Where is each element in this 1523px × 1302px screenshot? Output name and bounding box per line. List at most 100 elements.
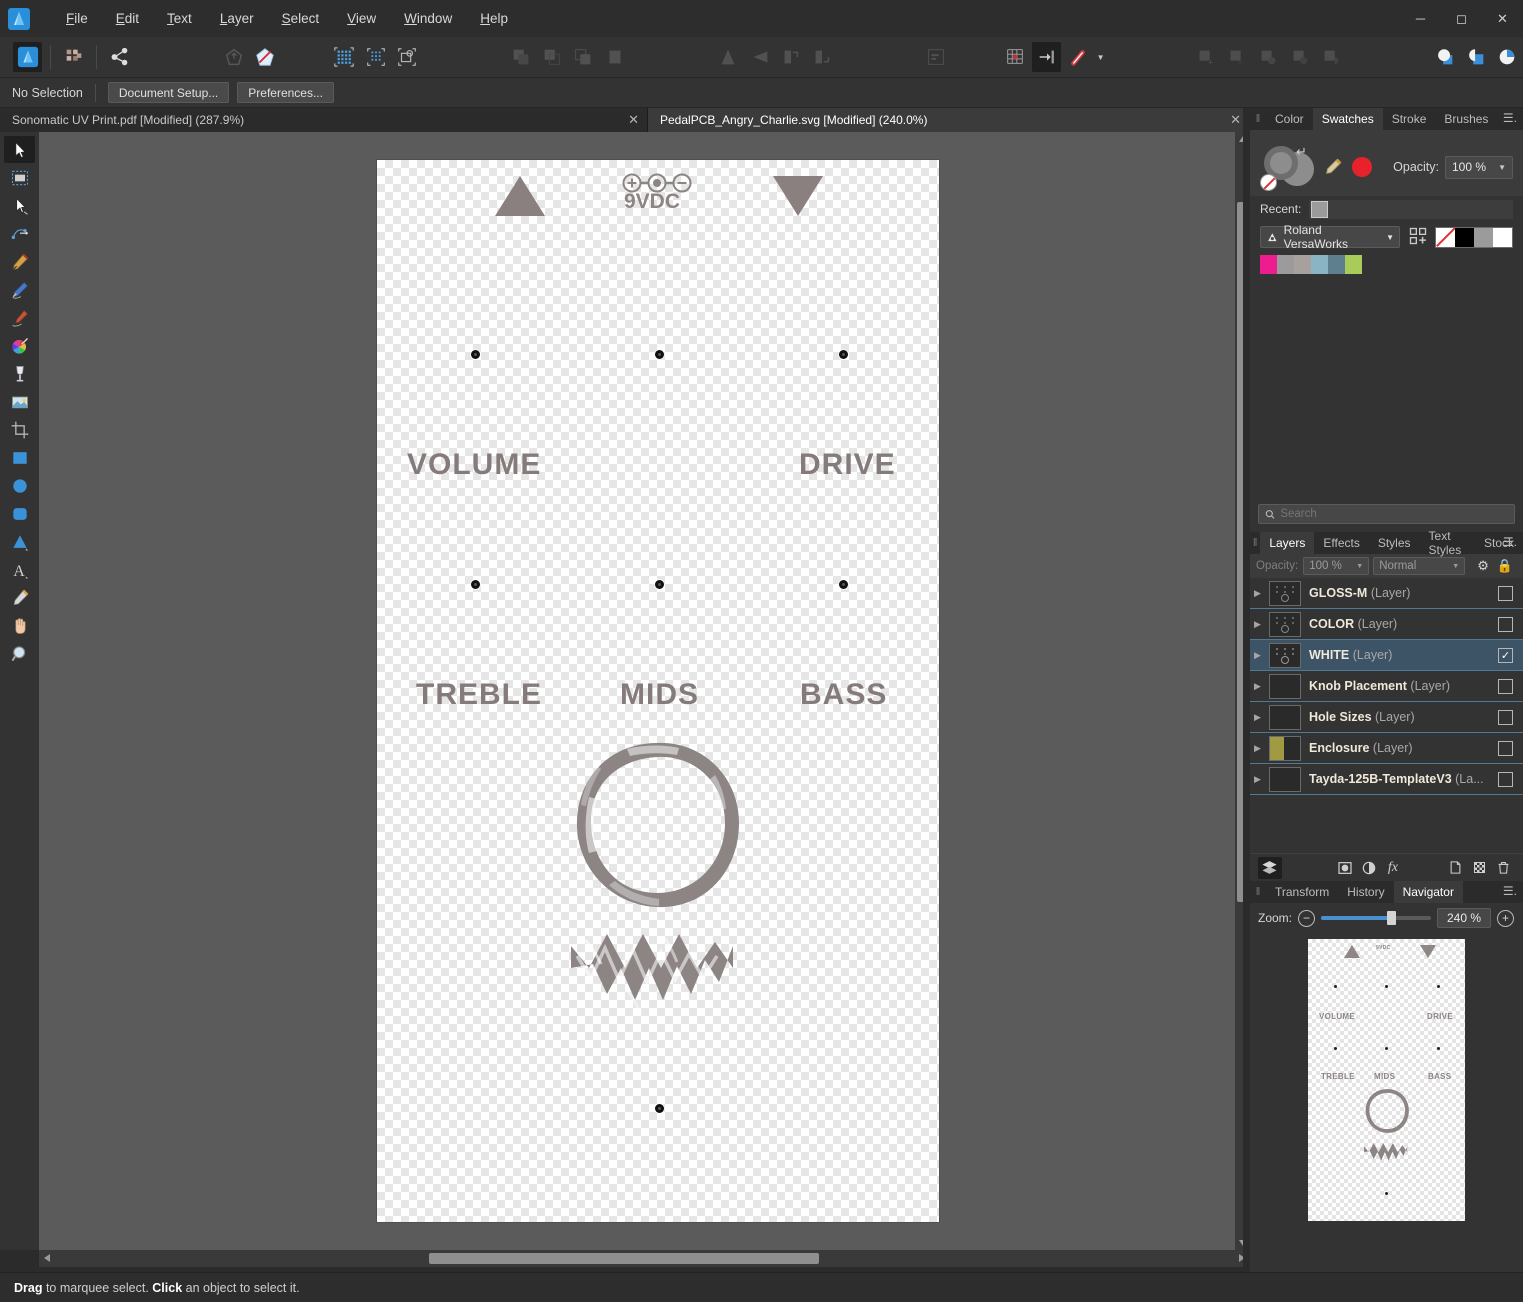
move-tool[interactable] bbox=[4, 136, 35, 163]
chevron-down-icon[interactable]: ▼ bbox=[1356, 563, 1363, 570]
pencil-tool[interactable] bbox=[4, 276, 35, 303]
layer-row-enclosure[interactable]: ▶ Enclosure (Layer) bbox=[1250, 733, 1523, 764]
fill-stroke-indicator[interactable]: ↵ bbox=[1260, 144, 1316, 191]
no-fill-icon[interactable] bbox=[1260, 174, 1277, 191]
new-page-icon[interactable] bbox=[1443, 857, 1467, 879]
corner-tool[interactable] bbox=[4, 220, 35, 247]
palette-swatch[interactable] bbox=[1260, 255, 1277, 274]
close-button[interactable]: ✕ bbox=[1482, 0, 1523, 37]
palette-swatch[interactable] bbox=[1345, 255, 1362, 274]
text-tool[interactable]: A bbox=[4, 556, 35, 583]
chevron-down-icon[interactable]: ▼ bbox=[1498, 163, 1506, 172]
snap-arrow-button[interactable] bbox=[1032, 42, 1062, 72]
swap-fill-stroke-icon[interactable]: ↵ bbox=[1296, 144, 1307, 160]
menu-select[interactable]: Select bbox=[268, 5, 334, 32]
layer-row-gloss-m[interactable]: ▶ GLOSS-M (Layer) bbox=[1250, 578, 1523, 609]
menu-view[interactable]: View bbox=[333, 5, 390, 32]
pen-tool[interactable] bbox=[4, 248, 35, 275]
layer-opacity-input[interactable]: 100 % ▼ bbox=[1303, 557, 1370, 575]
tab-effects[interactable]: Effects bbox=[1314, 532, 1368, 554]
document-setup-button[interactable]: Document Setup... bbox=[107, 82, 230, 103]
swatch-none[interactable] bbox=[1436, 227, 1455, 247]
tab-color[interactable]: Color bbox=[1266, 108, 1313, 130]
layer-row-knob-placement[interactable]: ▶ Knob Placement (Layer) bbox=[1250, 671, 1523, 702]
layer-visibility-checkbox[interactable] bbox=[1498, 616, 1513, 632]
close-tab-icon[interactable]: ✕ bbox=[614, 112, 639, 128]
snapping-dropdown-button[interactable]: ▼ bbox=[1095, 42, 1107, 72]
zoom-slider[interactable] bbox=[1321, 911, 1432, 925]
layer-visibility-checkbox[interactable] bbox=[1498, 709, 1513, 725]
panel-menu-icon[interactable]: ☰. bbox=[1503, 111, 1517, 125]
artboard[interactable]: 9VDC VOLUME DRIVE TREBLE MIDS BASS bbox=[377, 160, 939, 1222]
canvas-horizontal-scrollbar[interactable] bbox=[39, 1250, 1250, 1267]
document-tab-pedalpcb[interactable]: PedalPCB_Angry_Charlie.svg [Modified] (2… bbox=[648, 108, 1250, 132]
show-grid-button[interactable] bbox=[330, 42, 359, 72]
tab-layers[interactable]: Layers bbox=[1260, 532, 1315, 554]
layer-row-tayda-template[interactable]: ▶ Tayda-125B-TemplateV3 (La... bbox=[1250, 764, 1523, 795]
menu-layer[interactable]: Layer bbox=[206, 5, 268, 32]
chevron-down-icon[interactable]: ▼ bbox=[1452, 563, 1459, 570]
menu-file[interactable]: File bbox=[52, 5, 102, 32]
plus-circle-icon[interactable]: + bbox=[1497, 909, 1515, 927]
horizontal-scroll-thumb[interactable] bbox=[429, 1253, 819, 1264]
node-tool[interactable] bbox=[4, 192, 35, 219]
menu-edit[interactable]: Edit bbox=[102, 5, 153, 32]
zoom-tool[interactable] bbox=[4, 640, 35, 667]
palette-dropdown[interactable]: Roland VersaWorks ▼ bbox=[1260, 223, 1400, 251]
colour-picker-tool[interactable] bbox=[4, 584, 35, 611]
transparency-tool[interactable] bbox=[4, 360, 35, 387]
triangle-tool[interactable] bbox=[4, 528, 35, 555]
menu-text[interactable]: Text bbox=[153, 5, 206, 32]
subtract-object-button[interactable] bbox=[250, 42, 279, 72]
place-image-tool[interactable] bbox=[4, 388, 35, 415]
expand-arrow-icon[interactable]: ▶ bbox=[1254, 588, 1269, 599]
palette-swatch[interactable] bbox=[1294, 255, 1311, 274]
transform-objects-button[interactable] bbox=[392, 42, 421, 72]
search-input[interactable] bbox=[1280, 508, 1508, 520]
layer-row-white[interactable]: ▶ WHITE (Layer) ✓ bbox=[1250, 640, 1523, 671]
swatch-white[interactable] bbox=[1493, 227, 1512, 247]
tab-swatches[interactable]: Swatches bbox=[1312, 108, 1383, 130]
layers-stack-icon[interactable] bbox=[1258, 856, 1282, 879]
recent-colours-strip[interactable] bbox=[1309, 199, 1513, 219]
panel-grip-icon[interactable]: ‖ bbox=[1250, 537, 1260, 549]
designer-persona-button[interactable] bbox=[13, 42, 43, 72]
navigator-thumbnail[interactable]: 9VDC VOLUME DRIVE TREBLE MIDS BASS bbox=[1308, 939, 1465, 1221]
layer-row-hole-sizes[interactable]: ▶ Hole Sizes (Layer) bbox=[1250, 702, 1523, 733]
panel-grip-icon[interactable]: ‖ bbox=[1250, 113, 1266, 125]
zoom-value-input[interactable]: 240 % bbox=[1437, 908, 1492, 928]
dock-resize-handle[interactable] bbox=[1243, 108, 1250, 1272]
layer-visibility-checkbox[interactable] bbox=[1498, 740, 1513, 756]
zoom-slider-thumb[interactable] bbox=[1387, 911, 1397, 925]
layer-visibility-checkbox[interactable] bbox=[1498, 771, 1513, 787]
expand-arrow-icon[interactable]: ▶ bbox=[1254, 619, 1269, 630]
palette-swatch[interactable] bbox=[1311, 255, 1328, 274]
close-tab-icon[interactable]: ✕ bbox=[1216, 112, 1241, 128]
eyedropper-icon[interactable] bbox=[1322, 152, 1348, 182]
maximize-button[interactable]: ◻ bbox=[1441, 0, 1482, 37]
pixel-persona-button[interactable] bbox=[59, 42, 88, 72]
adjustment-half-circle-icon[interactable] bbox=[1357, 857, 1381, 879]
tab-stroke[interactable]: Stroke bbox=[1383, 108, 1436, 130]
layer-visibility-checkbox[interactable] bbox=[1498, 585, 1513, 601]
palette-swatch[interactable] bbox=[1277, 255, 1294, 274]
document-tab-sonomatic[interactable]: Sonomatic UV Print.pdf [Modified] (287.9… bbox=[0, 108, 648, 132]
opacity-input[interactable]: 100 % ▼ bbox=[1445, 155, 1513, 179]
panel-menu-icon[interactable]: ☰. bbox=[1503, 535, 1517, 549]
layer-visibility-checkbox[interactable] bbox=[1498, 678, 1513, 694]
preferences-button[interactable]: Preferences... bbox=[237, 82, 334, 103]
layer-row-color[interactable]: ▶ COLOR (Layer) bbox=[1250, 609, 1523, 640]
expand-arrow-icon[interactable]: ▶ bbox=[1254, 743, 1269, 754]
tab-text-styles[interactable]: Text Styles bbox=[1420, 529, 1475, 557]
rounded-rectangle-tool[interactable] bbox=[4, 500, 35, 527]
panel-grip-icon[interactable]: ‖ bbox=[1250, 886, 1266, 898]
menu-help[interactable]: Help bbox=[466, 5, 522, 32]
expand-arrow-icon[interactable]: ▶ bbox=[1254, 650, 1269, 661]
blend-mode-dropdown[interactable]: Normal ▼ bbox=[1373, 557, 1466, 575]
artboard-tool[interactable] bbox=[4, 164, 35, 191]
style-white-button[interactable] bbox=[1430, 42, 1459, 72]
fill-tool[interactable] bbox=[4, 332, 35, 359]
palette-swatch[interactable] bbox=[1328, 255, 1345, 274]
tab-navigator[interactable]: Navigator bbox=[1393, 881, 1463, 903]
crop-tool[interactable] bbox=[4, 416, 35, 443]
